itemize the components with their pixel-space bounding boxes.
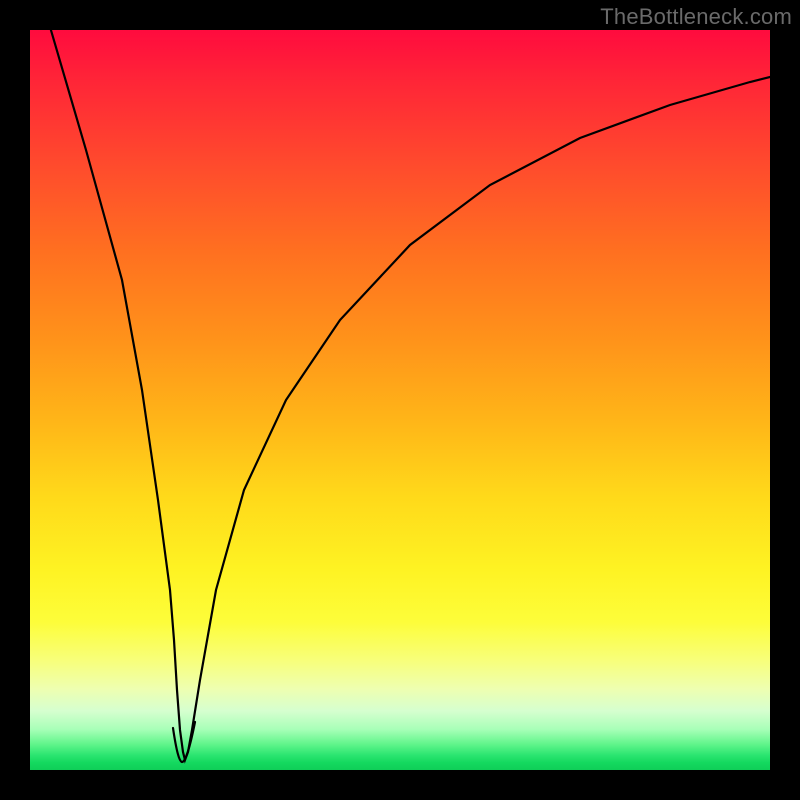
curve-svg bbox=[30, 30, 770, 770]
watermark-label: TheBottleneck.com bbox=[600, 4, 792, 30]
plot-area bbox=[30, 30, 770, 770]
chart-frame: TheBottleneck.com bbox=[0, 0, 800, 800]
bottleneck-curve bbox=[48, 20, 790, 760]
